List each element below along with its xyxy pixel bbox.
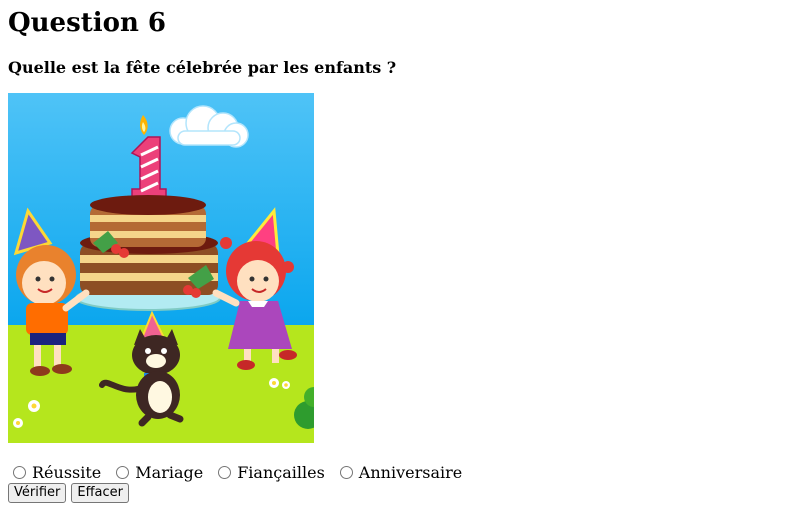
option-fiancailles[interactable]: Fiançailles xyxy=(213,463,325,482)
page-title: Question 6 xyxy=(8,8,167,38)
option-anniversaire[interactable]: Anniversaire xyxy=(335,463,462,482)
radio-button[interactable] xyxy=(13,465,26,479)
question-text: Quelle est la fête célebrée par les enfa… xyxy=(8,58,397,77)
birthday-party-image xyxy=(8,93,314,443)
birthday-illustration xyxy=(8,93,314,443)
answer-options: Réussite Mariage Fiançailles Anniversair… xyxy=(8,461,472,483)
option-label: Fiançailles xyxy=(237,462,325,482)
radio-button[interactable] xyxy=(116,465,130,479)
action-buttons: Vérifier Effacer xyxy=(8,483,130,503)
clear-button[interactable]: Effacer xyxy=(71,483,130,503)
option-label: Mariage xyxy=(135,462,204,482)
option-label: Réussite xyxy=(32,462,102,482)
cake-icon xyxy=(75,195,221,311)
option-mariage[interactable]: Mariage xyxy=(111,463,203,482)
option-reussite[interactable]: Réussite xyxy=(8,463,101,482)
radio-button[interactable] xyxy=(339,465,353,479)
radio-button[interactable] xyxy=(218,465,232,479)
verify-button[interactable]: Vérifier xyxy=(8,483,67,503)
option-label: Anniversaire xyxy=(358,462,463,482)
